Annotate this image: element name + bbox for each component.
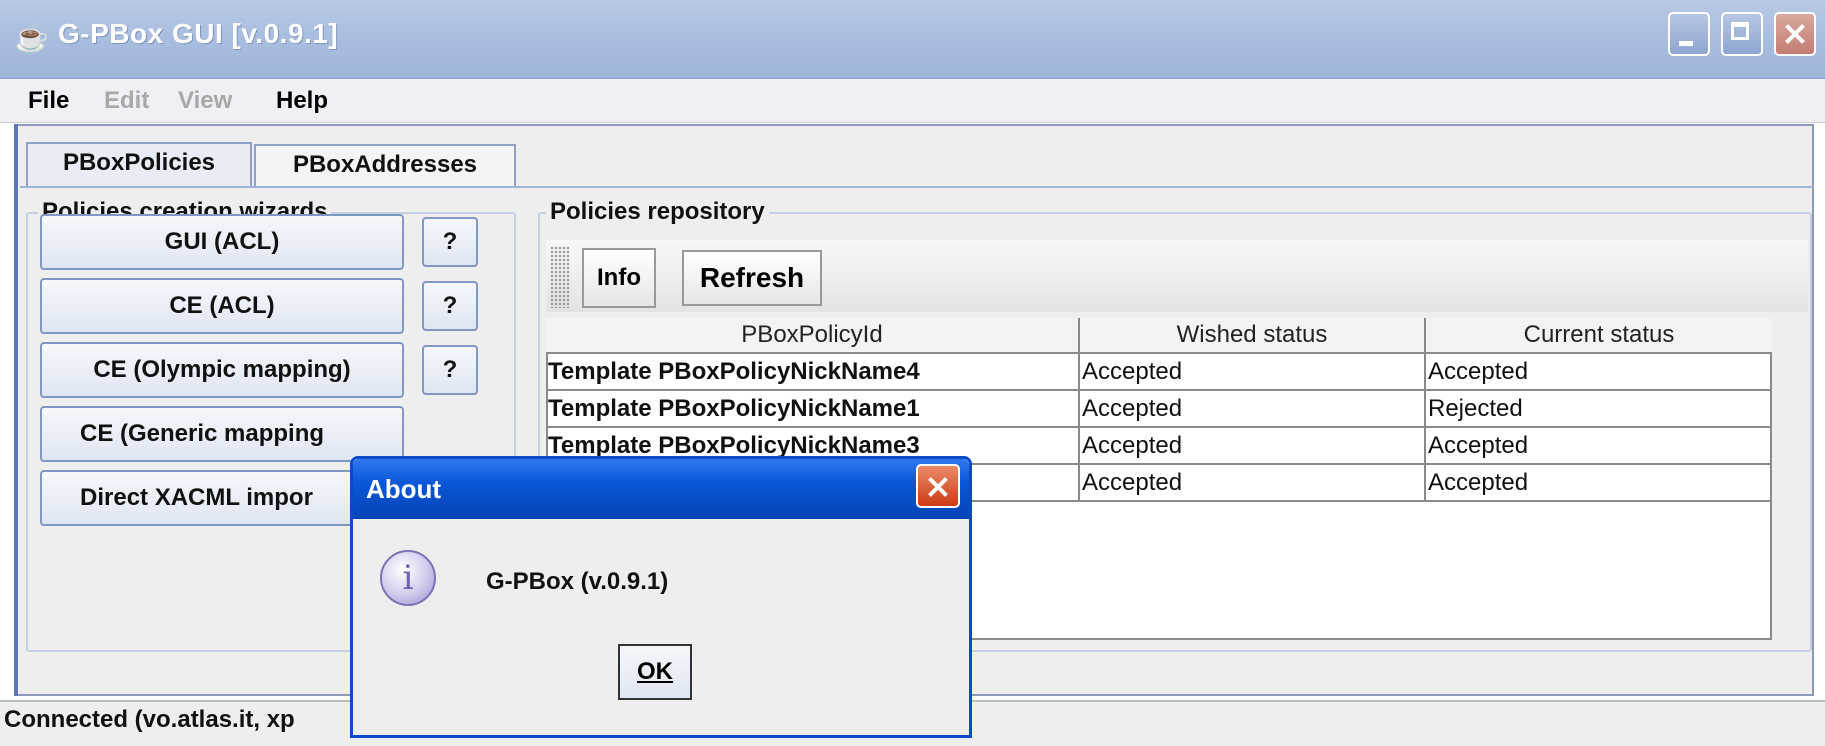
repository-group-title: Policies repository [546,198,769,226]
tab-panel-border [20,186,1814,188]
status-text: Connected (vo.atlas.it, xp [4,706,295,733]
window-title: G-PBox GUI [v.0.9.1] [58,18,339,49]
cell-policy-id: Template PBoxPolicyNickName1 [546,391,1080,428]
info-button[interactable]: Info [582,248,656,308]
cell-wished-status: Accepted [1080,354,1426,391]
cell-wished-status: Accepted [1080,465,1426,502]
cell-wished-status: Accepted [1080,391,1426,428]
dialog-close-button[interactable] [916,464,960,508]
minimize-button[interactable] [1668,12,1710,56]
info-icon: i [380,550,436,606]
wizard-ce-acl-button[interactable]: CE (ACL) [40,278,404,334]
cell-current-status: Accepted [1426,428,1772,465]
menu-file[interactable]: File [28,87,69,115]
cell-current-status: Rejected [1426,391,1772,428]
menu-view[interactable]: View [178,87,232,115]
java-cup-icon: ☕ [14,22,49,53]
wizard-ce-olympic-button[interactable]: CE (Olympic mapping) [40,342,404,398]
column-header-current-status[interactable]: Current status [1426,318,1772,354]
tab-pbox-policies[interactable]: PBoxPolicies [26,142,252,188]
column-header-policy-id[interactable]: PBoxPolicyId [546,318,1080,354]
wizard-gui-acl-button[interactable]: GUI (ACL) [40,214,404,270]
menu-help[interactable]: Help [276,87,328,115]
table-header: PBoxPolicyId Wished status Current statu… [546,318,1772,354]
tab-pbox-addresses[interactable]: PBoxAddresses [254,144,516,186]
help-ce-olympic-button[interactable]: ? [422,345,478,395]
title-bar[interactable]: ☕ G-PBox GUI [v.0.9.1] [0,0,1825,79]
menu-edit[interactable]: Edit [104,87,149,115]
cell-current-status: Accepted [1426,354,1772,391]
menu-bar: File Edit View Help [0,79,1825,123]
dialog-title: About [366,474,442,504]
cell-current-status: Accepted [1426,465,1772,502]
dialog-message: G-PBox (v.0.9.1) [486,568,669,595]
cell-policy-id: Template PBoxPolicyNickName4 [546,354,1080,391]
table-row[interactable]: Template PBoxPolicyNickName4 Accepted Ac… [546,354,1772,391]
ok-button[interactable]: OK [618,644,692,700]
refresh-button[interactable]: Refresh [682,250,822,306]
help-gui-acl-button[interactable]: ? [422,217,478,267]
frame-edge [14,124,18,696]
close-window-button[interactable] [1774,12,1816,56]
cell-wished-status: Accepted [1080,428,1426,465]
toolbar-grip-handle[interactable] [550,246,570,308]
help-ce-acl-button[interactable]: ? [422,281,478,331]
dialog-title-bar[interactable] [353,459,969,519]
column-header-wished-status[interactable]: Wished status [1080,318,1426,354]
table-row[interactable]: Template PBoxPolicyNickName1 Accepted Re… [546,391,1772,428]
maximize-button[interactable] [1721,12,1763,56]
wizard-ce-generic-button[interactable]: CE (Generic mapping [40,406,404,462]
